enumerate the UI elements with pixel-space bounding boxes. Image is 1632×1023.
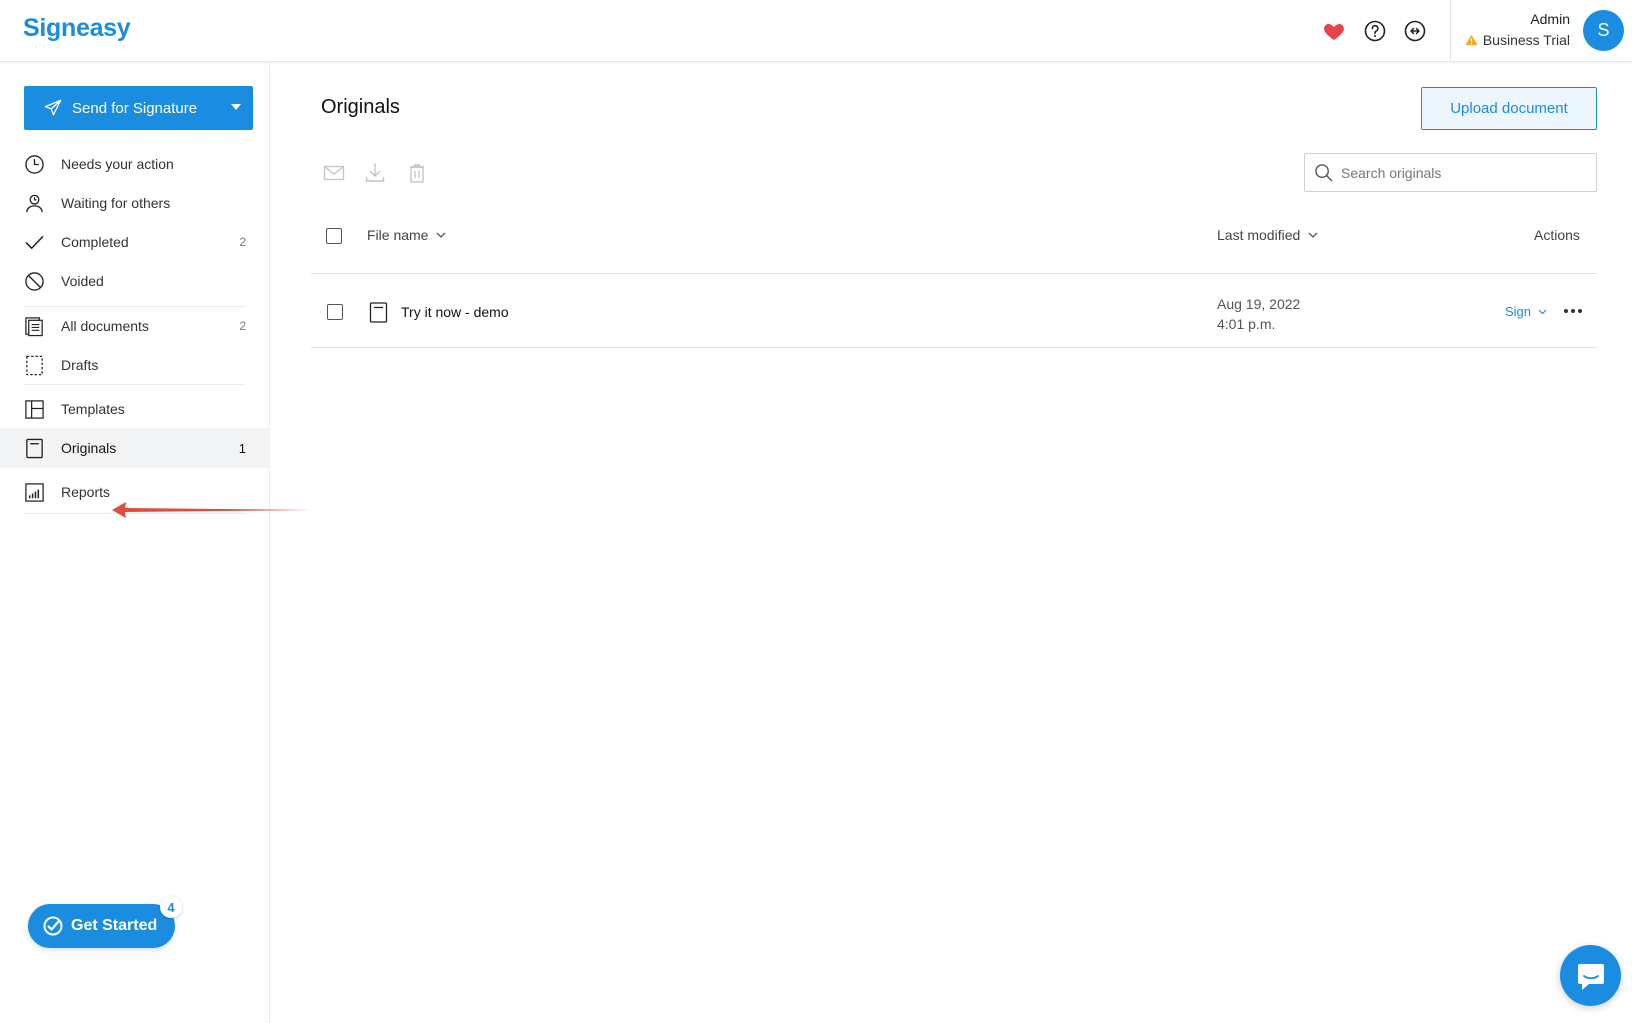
column-header-file-name[interactable]: File name [367,227,446,243]
chevron-down-icon [1538,309,1547,314]
user-menu[interactable]: Admin Business Trial S [1450,0,1632,62]
sidebar-item-label: Originals [61,440,117,456]
sidebar-item-label: Needs your action [61,156,174,172]
sidebar-item-label: Voided [61,273,104,289]
sidebar-item-count: 1 [238,440,246,456]
more-options-icon[interactable] [1564,301,1582,321]
chevron-down-icon [1308,232,1318,238]
clock-icon [24,154,45,175]
column-header-actions: Actions [1534,227,1580,243]
sign-action-button[interactable]: Sign [1505,304,1547,319]
sidebar-item-completed[interactable]: Completed 2 [0,222,270,262]
warning-icon [1465,34,1478,46]
sidebar-item-label: Drafts [61,357,99,373]
heart-icon[interactable] [1321,18,1347,44]
send-button-label: Send for Signature [72,99,198,117]
sidebar-divider [24,384,246,385]
email-icon[interactable] [323,162,345,184]
search-box [1304,153,1597,192]
sidebar-item-all-documents[interactable]: All documents 2 [0,306,270,346]
annotation-arrow-icon [112,502,312,518]
draft-icon [24,355,45,376]
sidebar-item-originals[interactable]: Originals 1 [0,428,270,468]
plan-label: Business Trial [1482,32,1570,48]
table-header-divider [311,273,1597,274]
void-icon [24,271,45,292]
sidebar-item-templates[interactable]: Templates [0,389,270,429]
select-all-checkbox[interactable] [326,228,342,244]
search-input[interactable] [1341,164,1581,181]
send-dropdown-caret-icon[interactable] [231,104,241,110]
download-icon[interactable] [364,162,386,184]
chat-support-button[interactable] [1560,945,1621,1006]
reports-icon [24,482,45,503]
get-started-label: Get Started [71,917,158,934]
modified-time: 4:01 p.m. [1217,316,1276,332]
refer-icon[interactable] [1402,18,1428,44]
plan-badge: Business Trial [1465,32,1570,48]
sidebar-item-waiting-for-others[interactable]: Waiting for others [0,183,270,223]
sidebar-item-drafts[interactable]: Drafts [0,345,270,385]
chevron-down-icon [437,232,446,238]
check-circle-icon [43,916,63,936]
column-label: Last modified [1217,227,1301,243]
help-icon[interactable] [1362,18,1388,44]
page-title: Originals [321,96,400,118]
paper-plane-icon [44,99,62,116]
file-name[interactable]: Try it now - demo [401,304,509,320]
column-header-last-modified[interactable]: Last modified [1217,227,1318,243]
modified-date: Aug 19, 2022 [1217,296,1301,312]
document-icon [369,302,388,323]
avatar[interactable]: S [1583,10,1624,51]
app-logo[interactable]: Signeasy [23,14,131,43]
sidebar-item-label: Completed [61,234,129,250]
upload-document-button[interactable]: Upload document [1421,87,1597,130]
row-checkbox[interactable] [327,304,343,320]
sign-label: Sign [1505,304,1532,319]
sidebar-item-voided[interactable]: Voided [0,261,270,301]
sidebar-item-label: Templates [61,401,125,417]
trash-icon[interactable] [406,162,428,184]
sidebar-item-label: All documents [61,318,149,334]
documents-icon [24,316,45,337]
check-icon [24,232,45,253]
column-label: File name [367,227,429,243]
search-icon [1315,164,1333,182]
send-for-signature-button[interactable]: Send for Signature [24,86,253,130]
sidebar-item-needs-your-action[interactable]: Needs your action [0,144,270,184]
top-bar: Signeasy Admin Business Trial S [0,0,1632,62]
sidebar-item-label: Reports [61,484,111,500]
column-label: Actions [1534,227,1580,243]
table-row-divider [311,347,1597,348]
last-modified: Aug 19, 2022 4:01 p.m. [1217,294,1300,334]
template-icon [24,399,45,420]
sidebar-item-label: Waiting for others [61,195,171,211]
sidebar: Send for Signature Needs your action Wai… [0,62,270,1023]
person-clock-icon [24,193,45,214]
chat-icon [1577,963,1604,990]
original-icon [24,438,45,459]
user-name: Admin [1530,11,1570,27]
get-started-badge: 4 [160,896,182,918]
sidebar-item-count: 2 [239,319,246,333]
get-started-button[interactable]: Get Started [28,904,175,948]
sidebar-item-count: 2 [239,235,246,249]
